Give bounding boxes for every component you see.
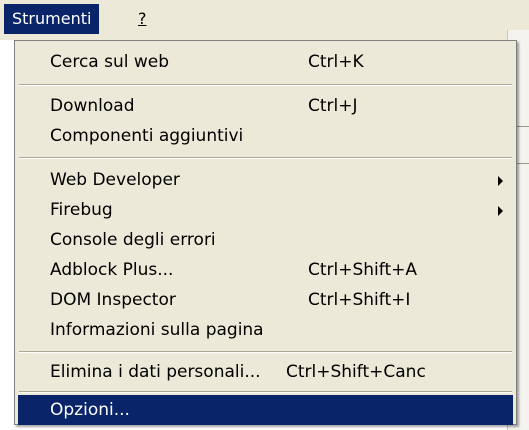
menu-item-console-errori[interactable]: Console degli errori — [18, 225, 513, 255]
menu-bar: Strumenti ? — [0, 0, 529, 40]
menu-help-label: ? — [138, 9, 147, 28]
menu-item-shortcut: Ctrl+K — [308, 52, 364, 72]
menu-item-label: Firebug — [50, 200, 113, 220]
submenu-arrow-icon — [498, 206, 503, 216]
menu-item-label: Adblock Plus... — [50, 260, 174, 280]
menu-item-cerca-sul-web[interactable]: Cerca sul web Ctrl+K — [18, 47, 513, 77]
tools-dropdown-menu: Cerca sul web Ctrl+K Download Ctrl+J Com… — [14, 40, 517, 425]
menu-item-shortcut: Ctrl+Shift+I — [308, 290, 411, 310]
menu-item-label: Cerca sul web — [50, 52, 170, 72]
menu-item-firebug[interactable]: Firebug — [18, 195, 513, 225]
background-divider — [516, 163, 529, 164]
menu-item-shortcut: Ctrl+J — [308, 96, 358, 116]
menu-separator — [19, 391, 512, 393]
menu-help[interactable]: ? — [130, 4, 155, 34]
menu-item-label: DOM Inspector — [50, 290, 176, 310]
menu-separator — [19, 157, 512, 159]
menu-item-label: Informazioni sulla pagina — [50, 320, 264, 340]
menu-item-shortcut: Ctrl+Shift+A — [308, 260, 418, 280]
menu-item-label: Download — [50, 96, 135, 116]
menu-item-opzioni[interactable]: Opzioni... — [18, 395, 513, 425]
menu-item-shortcut: Ctrl+Shift+Canc — [286, 362, 426, 382]
menu-strumenti-label: Strumenti — [12, 9, 92, 28]
menu-item-label: Componenti aggiuntivi — [50, 126, 244, 146]
menu-item-label: Opzioni... — [50, 400, 130, 420]
menu-item-label: Elimina i dati personali... — [50, 362, 261, 382]
menu-separator — [19, 351, 512, 353]
menu-item-web-developer[interactable]: Web Developer — [18, 165, 513, 195]
menu-item-componenti-aggiuntivi[interactable]: Componenti aggiuntivi — [18, 121, 513, 151]
menu-strumenti[interactable]: Strumenti — [4, 4, 100, 34]
menu-separator — [19, 84, 512, 86]
background-divider — [516, 126, 529, 127]
menu-item-informazioni-pagina[interactable]: Informazioni sulla pagina — [18, 315, 513, 345]
submenu-arrow-icon — [498, 176, 503, 186]
menu-item-label: Web Developer — [50, 170, 180, 190]
menu-item-download[interactable]: Download Ctrl+J — [18, 91, 513, 121]
menu-item-elimina-dati[interactable]: Elimina i dati personali... Ctrl+Shift+C… — [18, 357, 513, 387]
menu-item-label: Console degli errori — [50, 230, 216, 250]
menu-item-adblock-plus[interactable]: Adblock Plus... Ctrl+Shift+A — [18, 255, 513, 285]
menu-item-dom-inspector[interactable]: DOM Inspector Ctrl+Shift+I — [18, 285, 513, 315]
